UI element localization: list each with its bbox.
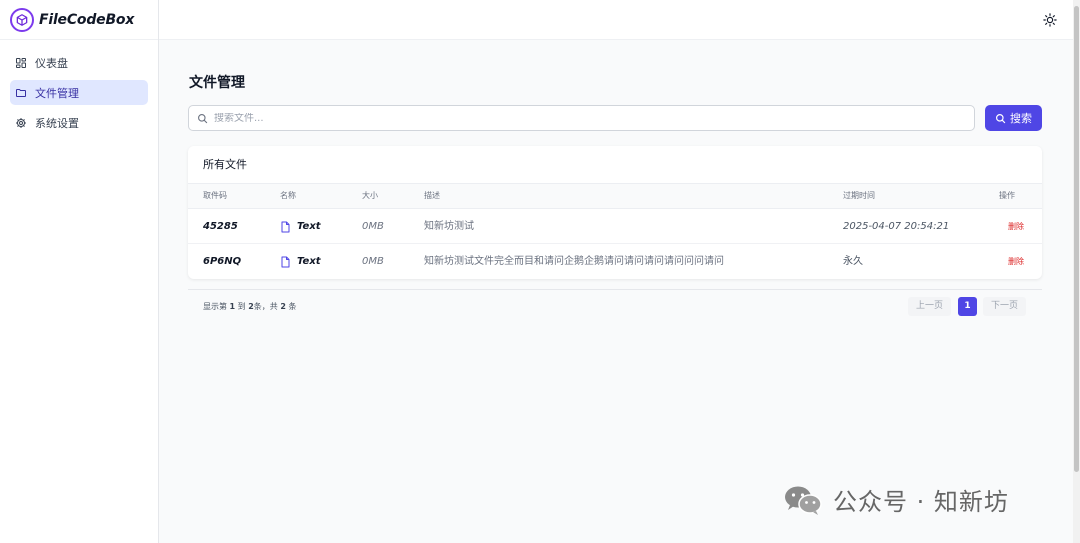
file-icon (281, 256, 290, 267)
sun-icon[interactable] (1043, 13, 1057, 27)
file-name-cell: Text (280, 209, 321, 244)
sidebar-item-label: 文件管理 (35, 86, 79, 100)
total-count: 2 (280, 302, 286, 311)
logo[interactable]: FileCodeBox (0, 0, 158, 40)
app-name: FileCodeBox (39, 11, 135, 28)
main-content: 文件管理 搜索 所有文件 取件码 名称 大小 描述 过期时间 操作 45285 (159, 40, 1073, 543)
file-expire-time: 永久 (843, 256, 863, 267)
column-header-desc: 描述 (424, 191, 440, 200)
file-name-cell: Text (280, 244, 321, 279)
column-header-size: 大小 (362, 191, 378, 200)
sidebar-item-files[interactable]: 文件管理 (10, 80, 148, 105)
file-description: 知新坊测试文件完全而目和请问企鹅企鹅请问请问请问请问问问请问 (424, 256, 724, 267)
search-input[interactable] (214, 112, 954, 124)
sidebar-item-label: 仪表盘 (35, 56, 68, 70)
prev-page-button[interactable]: 上一页 (908, 297, 951, 316)
delete-button[interactable]: 删除 (1008, 209, 1024, 244)
delete-button[interactable]: 删除 (1008, 244, 1024, 279)
page-number-current[interactable]: 1 (958, 297, 977, 316)
column-header-action: 操作 (999, 191, 1015, 200)
logo-box-icon (10, 7, 34, 32)
search-button[interactable]: 搜索 (985, 105, 1042, 131)
watermark: 公众号 · 知新坊 (783, 482, 1009, 517)
column-header-name: 名称 (280, 191, 296, 200)
file-size: 0MB (362, 256, 384, 267)
file-icon (281, 221, 290, 232)
table-row: 45285 Text 0MB 知新坊测试 2025-04-07 20:54:21… (188, 209, 1042, 244)
file-description: 知新坊测试 (424, 221, 474, 232)
gear-icon (16, 117, 26, 128)
file-size: 0MB (362, 221, 384, 232)
column-header-expire: 过期时间 (843, 191, 875, 200)
sidebar-item-label: 系统设置 (35, 116, 79, 130)
scrollbar[interactable] (1073, 0, 1080, 543)
file-name: Text (297, 256, 321, 267)
wechat-icon (785, 486, 822, 515)
file-code: 6P6NQ (203, 256, 242, 267)
file-code: 45285 (203, 221, 238, 232)
next-page-button[interactable]: 下一页 (983, 297, 1026, 316)
search-icon (198, 113, 208, 123)
pagination-divider (188, 289, 1042, 290)
table-row: 6P6NQ Text 0MB 知新坊测试文件完全而目和请问企鹅企鹅请问请问请问请… (188, 244, 1042, 279)
sidebar-nav: 仪表盘 文件管理 系统设置 (0, 40, 158, 150)
range-from: 1 (229, 302, 236, 311)
sidebar-item-dashboard[interactable]: 仪表盘 (10, 50, 148, 75)
pagination-info: 显示第 1 到 2条，共 2 条 (203, 302, 297, 311)
watermark-text: 公众号 · 知新坊 (833, 488, 1009, 516)
table-header: 取件码 名称 大小 描述 过期时间 操作 (188, 183, 1042, 209)
card-title: 所有文件 (203, 158, 247, 171)
page-title: 文件管理 (189, 75, 245, 91)
sidebar-item-settings[interactable]: 系统设置 (10, 110, 148, 135)
file-expire-time: 2025-04-07 20:54:21 (843, 221, 950, 232)
folder-icon (16, 88, 26, 97)
column-header-code: 取件码 (203, 191, 227, 200)
search-button-label: 搜索 (1010, 113, 1032, 125)
sidebar: FileCodeBox 仪表盘 文件管理 系统设置 (0, 0, 159, 543)
dashboard-icon (16, 57, 26, 68)
search-field[interactable] (188, 105, 975, 131)
files-card: 所有文件 取件码 名称 大小 描述 过期时间 操作 45285 Text 0MB… (188, 146, 1042, 279)
file-name: Text (297, 221, 321, 232)
scrollbar-thumb[interactable] (1074, 6, 1079, 472)
top-bar (159, 0, 1073, 40)
search-icon (996, 113, 1006, 123)
